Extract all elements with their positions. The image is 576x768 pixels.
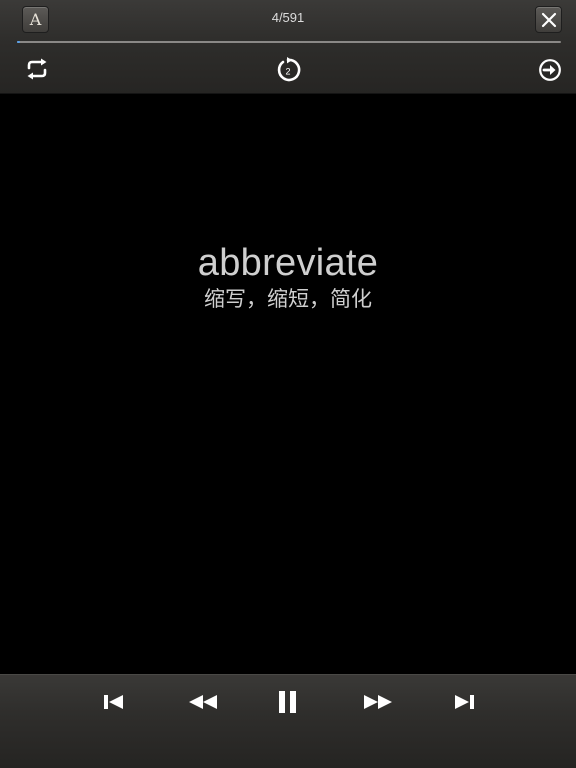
fast-forward-icon: [364, 695, 392, 709]
close-button[interactable]: [535, 6, 562, 33]
repeat-icon: [27, 58, 47, 80]
pause-button[interactable]: [277, 690, 299, 719]
rewind-button[interactable]: [187, 692, 219, 717]
playback-toolbar: [0, 674, 576, 768]
repeat-button[interactable]: [25, 58, 49, 85]
top-toolbar: A 4/591 2: [0, 0, 576, 94]
fast-forward-button[interactable]: [362, 692, 394, 717]
progress-fill: [17, 41, 21, 43]
word-meaning: 缩写，缩短，简化: [204, 288, 372, 311]
word-card: abbreviate 缩写，缩短，简化: [0, 240, 576, 314]
skip-next-icon: [455, 695, 474, 709]
word-text: abbreviate: [197, 242, 379, 284]
skip-previous-icon: [104, 695, 123, 709]
replay-count-button[interactable]: 2: [275, 57, 301, 88]
next-circle-icon: [539, 59, 561, 81]
progress-bar[interactable]: [17, 41, 561, 43]
skip-next-button[interactable]: [453, 692, 475, 717]
close-icon: [541, 12, 557, 28]
skip-previous-button[interactable]: [103, 692, 125, 717]
pause-icon: [279, 691, 296, 713]
next-word-button[interactable]: [538, 58, 562, 87]
replay-count-label: 2: [285, 67, 290, 77]
rewind-icon: [189, 695, 217, 709]
font-size-button[interactable]: A: [22, 6, 49, 33]
word-counter: 4/591: [271, 10, 305, 25]
replay-count-icon: 2: [277, 57, 301, 82]
